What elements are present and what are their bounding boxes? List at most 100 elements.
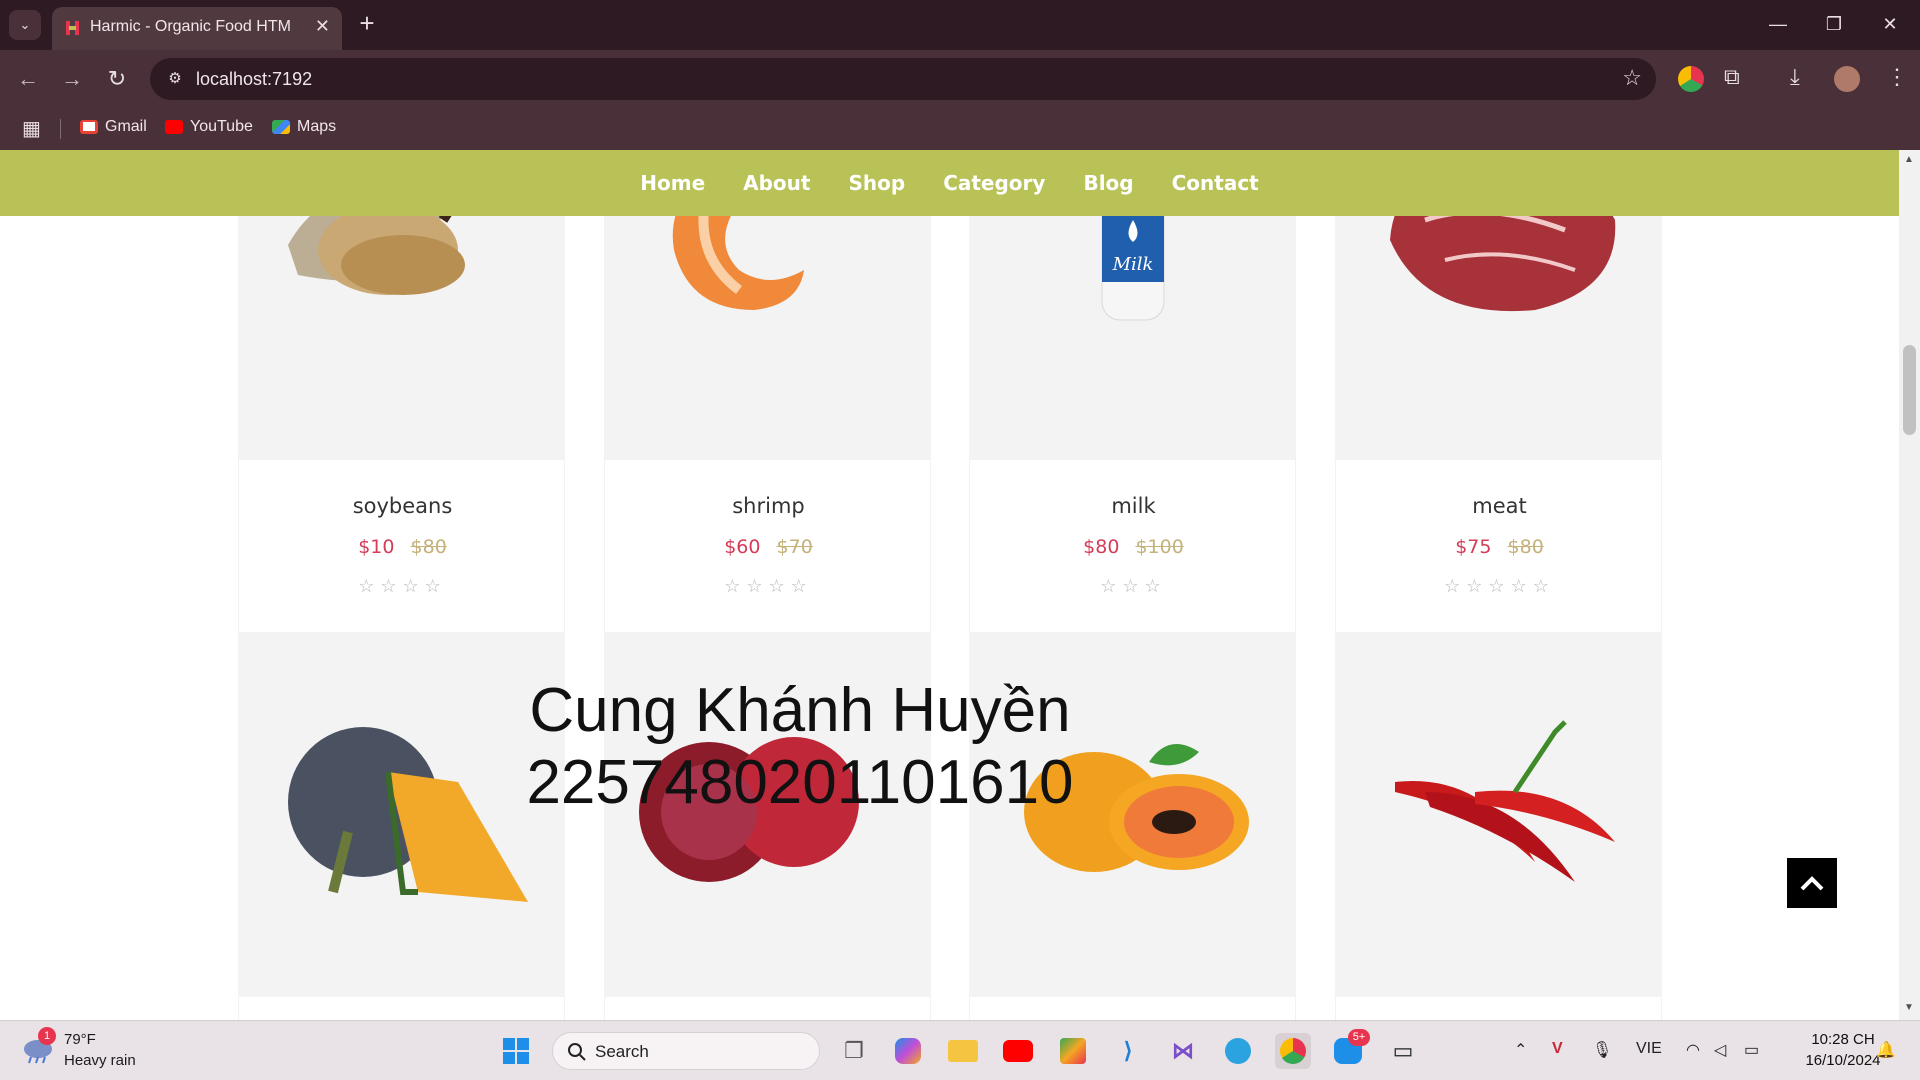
nav-home[interactable]: Home [640,171,705,195]
product-name[interactable]: meat [1336,494,1663,518]
product-name[interactable]: soybeans [239,494,566,518]
rating-stars: ☆☆☆ [1100,576,1167,596]
product-info [238,997,565,1020]
scroll-down-icon[interactable]: ▼ [1904,1002,1914,1013]
bookmark-youtube[interactable]: YouTube [165,118,253,136]
terminal-icon[interactable]: ▭ [1385,1033,1421,1069]
nav-about[interactable]: About [743,171,810,195]
extensions-puzzle-icon[interactable]: ⧉ [1724,64,1740,90]
bookmark-label: Maps [297,118,337,135]
price-original: $80 [410,536,447,558]
paint-app-icon[interactable] [1055,1033,1091,1069]
bookmark-gmail[interactable]: Gmail [80,118,147,136]
main-navbar: Home About Shop Category Blog Contact [0,150,1899,216]
extension-icon[interactable] [1678,66,1704,92]
bookmark-label: YouTube [190,118,253,135]
new-tab-button[interactable]: + [352,8,382,38]
copilot-icon[interactable] [890,1033,926,1069]
wifi-icon[interactable]: ◠ [1686,1040,1700,1060]
rating-stars: ☆☆☆☆ [724,576,813,596]
product-price: $10 $80 [239,536,566,558]
reload-button[interactable]: ↻ [103,65,131,93]
input-language[interactable]: VIE [1636,1040,1662,1058]
taskbar-search[interactable]: Search [552,1032,820,1070]
maps-icon [272,120,290,134]
tab-title: Harmic - Organic Food HTML Te [90,18,290,35]
rating-stars: ☆☆☆☆☆ [1444,576,1555,596]
back-button[interactable]: ← [14,65,42,93]
page-viewport: Home About Shop Category Blog Contact so… [0,150,1920,1020]
product-info: meat $75 $80 ☆☆☆☆☆ [1335,460,1662,632]
watermark-id: 2257480201101610 [526,748,1074,817]
visual-studio-icon[interactable]: ⋈ [1165,1033,1201,1069]
url-text[interactable]: localhost:7192 [196,69,312,90]
product-info [1335,997,1662,1020]
chevron-up-icon [1800,876,1824,891]
scrollbar-thumb[interactable] [1903,345,1916,435]
telegram-icon[interactable] [1220,1033,1256,1069]
product-image[interactable] [1335,632,1662,997]
site-info-icon[interactable]: ⚙ [162,66,188,92]
microphone-icon[interactable]: 🎙 [1592,1040,1612,1060]
weather-badge: 1 [38,1027,56,1045]
address-bar[interactable]: ⚙ localhost:7192 ☆ [150,58,1656,100]
notifications-bell-icon[interactable]: 🔔 [1876,1040,1896,1060]
watermark-text: Cung Khánh Huyền 2257480201101610 [500,675,1100,819]
clock-time[interactable]: 10:28 CH [1798,1031,1888,1048]
task-view-icon[interactable]: ❐ [836,1033,872,1069]
product-info: soybeans $10 $80 ☆☆☆☆ [238,460,565,632]
weather-temperature[interactable]: 79°F [64,1031,96,1048]
vscode-icon[interactable]: ⟩ [1110,1033,1146,1069]
file-explorer-icon[interactable] [945,1033,981,1069]
chrome-icon[interactable] [1275,1033,1311,1069]
browser-menu-icon[interactable]: ⋮ [1886,64,1908,90]
windows-taskbar: 1 79°F Heavy rain Search ❐ ⟩ ⋈ 5+ ▭ ⌃ V … [0,1020,1920,1080]
watermark-name: Cung Khánh Huyền [529,676,1071,745]
battery-icon[interactable]: ▭ [1744,1040,1759,1060]
tab-close-icon[interactable]: ✕ [315,16,330,37]
nav-contact[interactable]: Contact [1172,171,1259,195]
windows-start-icon[interactable] [498,1033,534,1069]
price-original: $80 [1507,536,1544,558]
weather-description[interactable]: Heavy rain [64,1052,136,1069]
minimize-button[interactable]: — [1758,10,1798,38]
page-scrollbar[interactable]: ▲ ▼ [1899,150,1920,1020]
close-window-button[interactable]: ✕ [1870,10,1910,38]
svg-text:Milk: Milk [1112,254,1154,275]
nav-category[interactable]: Category [943,171,1045,195]
apps-grid-icon[interactable]: ▦ [22,116,41,141]
download-icon[interactable]: ⤓ [1790,64,1800,90]
rating-stars: ☆☆☆☆ [358,576,447,596]
price-current: $75 [1455,536,1492,558]
scroll-up-icon[interactable]: ▲ [1904,154,1914,165]
price-current: $10 [358,536,395,558]
price-original: $70 [776,536,813,558]
bookmark-label: Gmail [105,118,147,135]
browser-toolbar: ← → ↻ ⚙ localhost:7192 ☆ ⧉ ⤓ ⋮ [0,50,1920,108]
zalo-badge: 5+ [1348,1029,1370,1046]
browser-tab-active[interactable]: Harmic - Organic Food HTML Te ✕ [52,7,342,50]
product-name[interactable]: shrimp [605,494,932,518]
tray-app-icon[interactable]: V [1552,1040,1563,1058]
nav-blog[interactable]: Blog [1083,171,1133,195]
show-hidden-icons-icon[interactable]: ⌃ [1514,1040,1527,1060]
bookmark-maps[interactable]: Maps [272,118,336,136]
back-to-top-button[interactable] [1787,858,1837,908]
product-price: $60 $70 [605,536,932,558]
bookmark-star-icon[interactable]: ☆ [1622,65,1642,91]
youtube-app-icon[interactable] [1000,1033,1036,1069]
volume-icon[interactable]: ◁ [1714,1040,1726,1060]
product-name[interactable]: milk [970,494,1297,518]
product-info: milk $80 $100 ☆☆☆ [969,460,1296,632]
nav-shop[interactable]: Shop [848,171,905,195]
restore-button[interactable]: ❐ [1814,10,1854,38]
gmail-icon [80,120,98,134]
forward-button[interactable]: → [58,65,86,93]
product-info [604,997,931,1020]
tab-search-button[interactable]: ⌄ [9,10,41,40]
bookmarks-divider [60,119,61,139]
profile-avatar[interactable] [1834,66,1860,92]
search-label: Search [595,1042,649,1061]
site-favicon-icon [66,21,79,35]
product-info [969,997,1296,1020]
